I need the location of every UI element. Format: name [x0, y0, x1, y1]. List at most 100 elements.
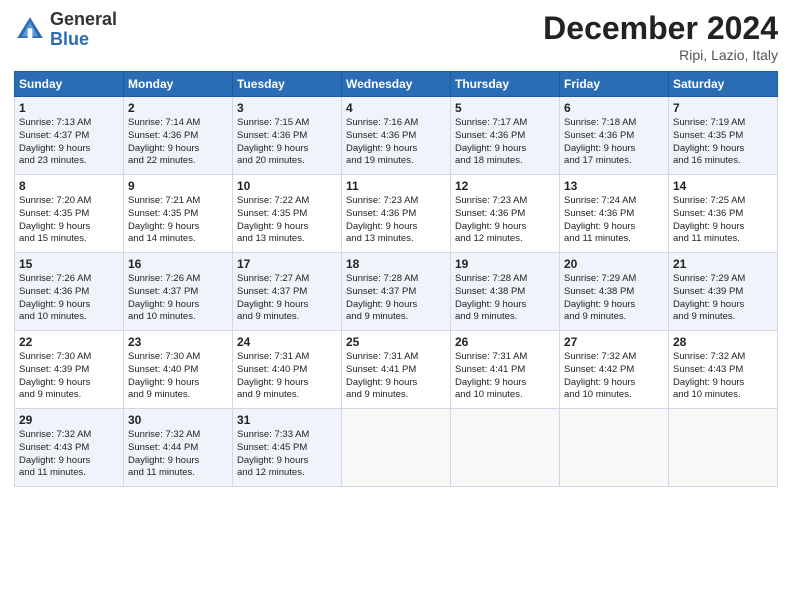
day-number: 9: [128, 179, 228, 193]
day-number: 15: [19, 257, 119, 271]
logo-blue: Blue: [50, 30, 117, 50]
day-number: 22: [19, 335, 119, 349]
cell-week3-day5: 19 Sunrise: 7:28 AMSunset: 4:38 PMDayligh…: [451, 253, 560, 331]
cell-week4-day1: 22 Sunrise: 7:30 AMSunset: 4:39 PMDayligh…: [15, 331, 124, 409]
day-number: 8: [19, 179, 119, 193]
cell-week5-day4: [342, 409, 451, 487]
cell-info: Sunrise: 7:20 AMSunset: 4:35 PMDaylight:…: [19, 195, 119, 246]
cell-week2-day3: 10 Sunrise: 7:22 AMSunset: 4:35 PMDayligh…: [233, 175, 342, 253]
cell-week2-day4: 11Sunrise: 7:23 AMSunset: 4:36 PMDayligh…: [342, 175, 451, 253]
cell-week4-day4: 25Sunrise: 7:31 AMSunset: 4:41 PMDayligh…: [342, 331, 451, 409]
day-number: 19: [455, 257, 555, 271]
cell-info: Sunrise: 7:25 AMSunset: 4:36 PMDaylight:…: [673, 195, 773, 246]
day-number: 24: [237, 335, 337, 349]
day-number: 26: [455, 335, 555, 349]
cell-week4-day7: 28 Sunrise: 7:32 AMSunset: 4:43 PMDayligh…: [669, 331, 778, 409]
cell-week3-day2: 16 Sunrise: 7:26 AMSunset: 4:37 PMDayligh…: [124, 253, 233, 331]
day-number: 14: [673, 179, 773, 193]
header-day-tuesday: Tuesday: [233, 72, 342, 97]
day-number: 2: [128, 101, 228, 115]
cell-info: Sunrise: 7:29 AMSunset: 4:39 PMDaylight:…: [673, 273, 773, 324]
cell-week5-day6: [560, 409, 669, 487]
day-number: 23: [128, 335, 228, 349]
cell-week2-day6: 13 Sunrise: 7:24 AMSunset: 4:36 PMDayligh…: [560, 175, 669, 253]
cell-info: Sunrise: 7:32 AMSunset: 4:43 PMDaylight:…: [19, 429, 119, 480]
day-number: 18: [346, 257, 446, 271]
week-row-4: 22 Sunrise: 7:30 AMSunset: 4:39 PMDayligh…: [15, 331, 778, 409]
cell-info: Sunrise: 7:19 AMSunset: 4:35 PMDaylight:…: [673, 117, 773, 168]
header-day-wednesday: Wednesday: [342, 72, 451, 97]
cell-info: Sunrise: 7:32 AMSunset: 4:43 PMDaylight:…: [673, 351, 773, 402]
cell-info: Sunrise: 7:26 AMSunset: 4:37 PMDaylight:…: [128, 273, 228, 324]
cell-info: Sunrise: 7:27 AMSunset: 4:37 PMDaylight:…: [237, 273, 337, 324]
day-number: 16: [128, 257, 228, 271]
logo-general: General: [50, 10, 117, 30]
cell-info: Sunrise: 7:31 AMSunset: 4:41 PMDaylight:…: [455, 351, 555, 402]
cell-week5-day3: 31Sunrise: 7:33 AMSunset: 4:45 PMDayligh…: [233, 409, 342, 487]
cell-week5-day2: 30 Sunrise: 7:32 AMSunset: 4:44 PMDayligh…: [124, 409, 233, 487]
week-row-3: 15 Sunrise: 7:26 AMSunset: 4:36 PMDayligh…: [15, 253, 778, 331]
cell-week4-day2: 23Sunrise: 7:30 AMSunset: 4:40 PMDayligh…: [124, 331, 233, 409]
cell-info: Sunrise: 7:32 AMSunset: 4:42 PMDaylight:…: [564, 351, 664, 402]
day-number: 20: [564, 257, 664, 271]
cell-week1-day5: 5 Sunrise: 7:17 AMSunset: 4:36 PMDaylight…: [451, 97, 560, 175]
cell-week1-day3: 3Sunrise: 7:15 AMSunset: 4:36 PMDaylight…: [233, 97, 342, 175]
cell-info: Sunrise: 7:33 AMSunset: 4:45 PMDaylight:…: [237, 429, 337, 480]
week-row-1: 1 Sunrise: 7:13 AMSunset: 4:37 PMDaylight…: [15, 97, 778, 175]
cell-week1-day6: 6Sunrise: 7:18 AMSunset: 4:36 PMDaylight…: [560, 97, 669, 175]
cell-week4-day6: 27 Sunrise: 7:32 AMSunset: 4:42 PMDayligh…: [560, 331, 669, 409]
logo-text: General Blue: [50, 10, 117, 50]
header-row: SundayMondayTuesdayWednesdayThursdayFrid…: [15, 72, 778, 97]
calendar-table: SundayMondayTuesdayWednesdayThursdayFrid…: [14, 71, 778, 487]
cell-week3-day6: 20 Sunrise: 7:29 AMSunset: 4:38 PMDayligh…: [560, 253, 669, 331]
day-number: 5: [455, 101, 555, 115]
cell-info: Sunrise: 7:31 AMSunset: 4:40 PMDaylight:…: [237, 351, 337, 402]
day-number: 28: [673, 335, 773, 349]
calendar-body: 1 Sunrise: 7:13 AMSunset: 4:37 PMDaylight…: [15, 97, 778, 487]
main-container: General Blue December 2024 Ripi, Lazio, …: [0, 0, 792, 497]
cell-week3-day7: 21Sunrise: 7:29 AMSunset: 4:39 PMDayligh…: [669, 253, 778, 331]
cell-week2-day1: 8 Sunrise: 7:20 AMSunset: 4:35 PMDaylight…: [15, 175, 124, 253]
header-day-thursday: Thursday: [451, 72, 560, 97]
cell-week1-day2: 2Sunrise: 7:14 AMSunset: 4:36 PMDaylight…: [124, 97, 233, 175]
header-day-friday: Friday: [560, 72, 669, 97]
title-section: December 2024 Ripi, Lazio, Italy: [543, 10, 778, 63]
day-number: 27: [564, 335, 664, 349]
cell-info: Sunrise: 7:23 AMSunset: 4:36 PMDaylight:…: [346, 195, 446, 246]
header: General Blue December 2024 Ripi, Lazio, …: [14, 10, 778, 63]
cell-info: Sunrise: 7:24 AMSunset: 4:36 PMDaylight:…: [564, 195, 664, 246]
header-day-monday: Monday: [124, 72, 233, 97]
cell-info: Sunrise: 7:26 AMSunset: 4:36 PMDaylight:…: [19, 273, 119, 324]
cell-week2-day7: 14 Sunrise: 7:25 AMSunset: 4:36 PMDayligh…: [669, 175, 778, 253]
cell-week1-day4: 4 Sunrise: 7:16 AMSunset: 4:36 PMDaylight…: [342, 97, 451, 175]
logo: General Blue: [14, 10, 117, 50]
day-number: 17: [237, 257, 337, 271]
day-number: 7: [673, 101, 773, 115]
day-number: 29: [19, 413, 119, 427]
day-number: 4: [346, 101, 446, 115]
cell-info: Sunrise: 7:32 AMSunset: 4:44 PMDaylight:…: [128, 429, 228, 480]
cell-week5-day5: [451, 409, 560, 487]
day-number: 3: [237, 101, 337, 115]
calendar-header: SundayMondayTuesdayWednesdayThursdayFrid…: [15, 72, 778, 97]
day-number: 10: [237, 179, 337, 193]
cell-week4-day5: 26 Sunrise: 7:31 AMSunset: 4:41 PMDayligh…: [451, 331, 560, 409]
cell-info: Sunrise: 7:13 AMSunset: 4:37 PMDaylight:…: [19, 117, 119, 168]
cell-info: Sunrise: 7:28 AMSunset: 4:38 PMDaylight:…: [455, 273, 555, 324]
day-number: 13: [564, 179, 664, 193]
day-number: 1: [19, 101, 119, 115]
cell-info: Sunrise: 7:17 AMSunset: 4:36 PMDaylight:…: [455, 117, 555, 168]
day-number: 12: [455, 179, 555, 193]
header-day-saturday: Saturday: [669, 72, 778, 97]
day-number: 30: [128, 413, 228, 427]
week-row-5: 29 Sunrise: 7:32 AMSunset: 4:43 PMDayligh…: [15, 409, 778, 487]
cell-info: Sunrise: 7:22 AMSunset: 4:35 PMDaylight:…: [237, 195, 337, 246]
cell-week1-day1: 1 Sunrise: 7:13 AMSunset: 4:37 PMDaylight…: [15, 97, 124, 175]
cell-week3-day3: 17 Sunrise: 7:27 AMSunset: 4:37 PMDayligh…: [233, 253, 342, 331]
cell-info: Sunrise: 7:30 AMSunset: 4:39 PMDaylight:…: [19, 351, 119, 402]
cell-week5-day7: [669, 409, 778, 487]
cell-info: Sunrise: 7:16 AMSunset: 4:36 PMDaylight:…: [346, 117, 446, 168]
cell-week3-day4: 18 Sunrise: 7:28 AMSunset: 4:37 PMDayligh…: [342, 253, 451, 331]
cell-info: Sunrise: 7:28 AMSunset: 4:37 PMDaylight:…: [346, 273, 446, 324]
cell-info: Sunrise: 7:29 AMSunset: 4:38 PMDaylight:…: [564, 273, 664, 324]
